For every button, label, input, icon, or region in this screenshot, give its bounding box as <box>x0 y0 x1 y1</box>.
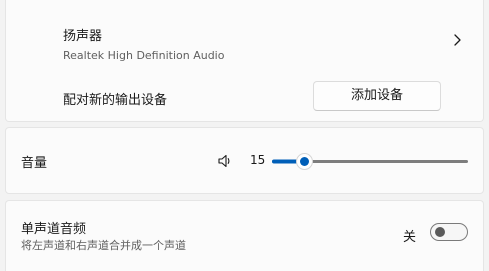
mono-audio-card: 单声道音频 将左声道和右声道合并成一个声道 关 <box>5 200 484 271</box>
volume-value: 15 <box>250 153 266 167</box>
speaker-icon[interactable] <box>217 153 233 169</box>
volume-card: 音量 15 <box>5 127 484 194</box>
output-device-name: 扬声器 <box>63 29 103 44</box>
volume-slider-thumb-center <box>300 157 309 166</box>
pair-device-label: 配对新的输出设备 <box>63 93 168 108</box>
mono-audio-toggle-label: 关 <box>403 230 417 245</box>
output-device-description: Realtek High Definition Audio <box>63 49 225 62</box>
add-device-button[interactable]: 添加设备 <box>313 81 441 111</box>
mono-audio-toggle-knob <box>435 227 445 237</box>
pair-device-card: 配对新的输出设备 添加设备 <box>5 72 484 122</box>
mono-audio-description: 将左声道和右声道合并成一个声道 <box>21 239 186 252</box>
volume-label: 音量 <box>21 156 48 171</box>
chevron-right-icon <box>454 34 461 46</box>
mono-audio-title: 单声道音频 <box>21 222 87 237</box>
output-device-card[interactable]: 扬声器 Realtek High Definition Audio <box>5 0 484 73</box>
mono-audio-toggle[interactable] <box>430 223 468 241</box>
volume-slider[interactable] <box>270 150 470 172</box>
